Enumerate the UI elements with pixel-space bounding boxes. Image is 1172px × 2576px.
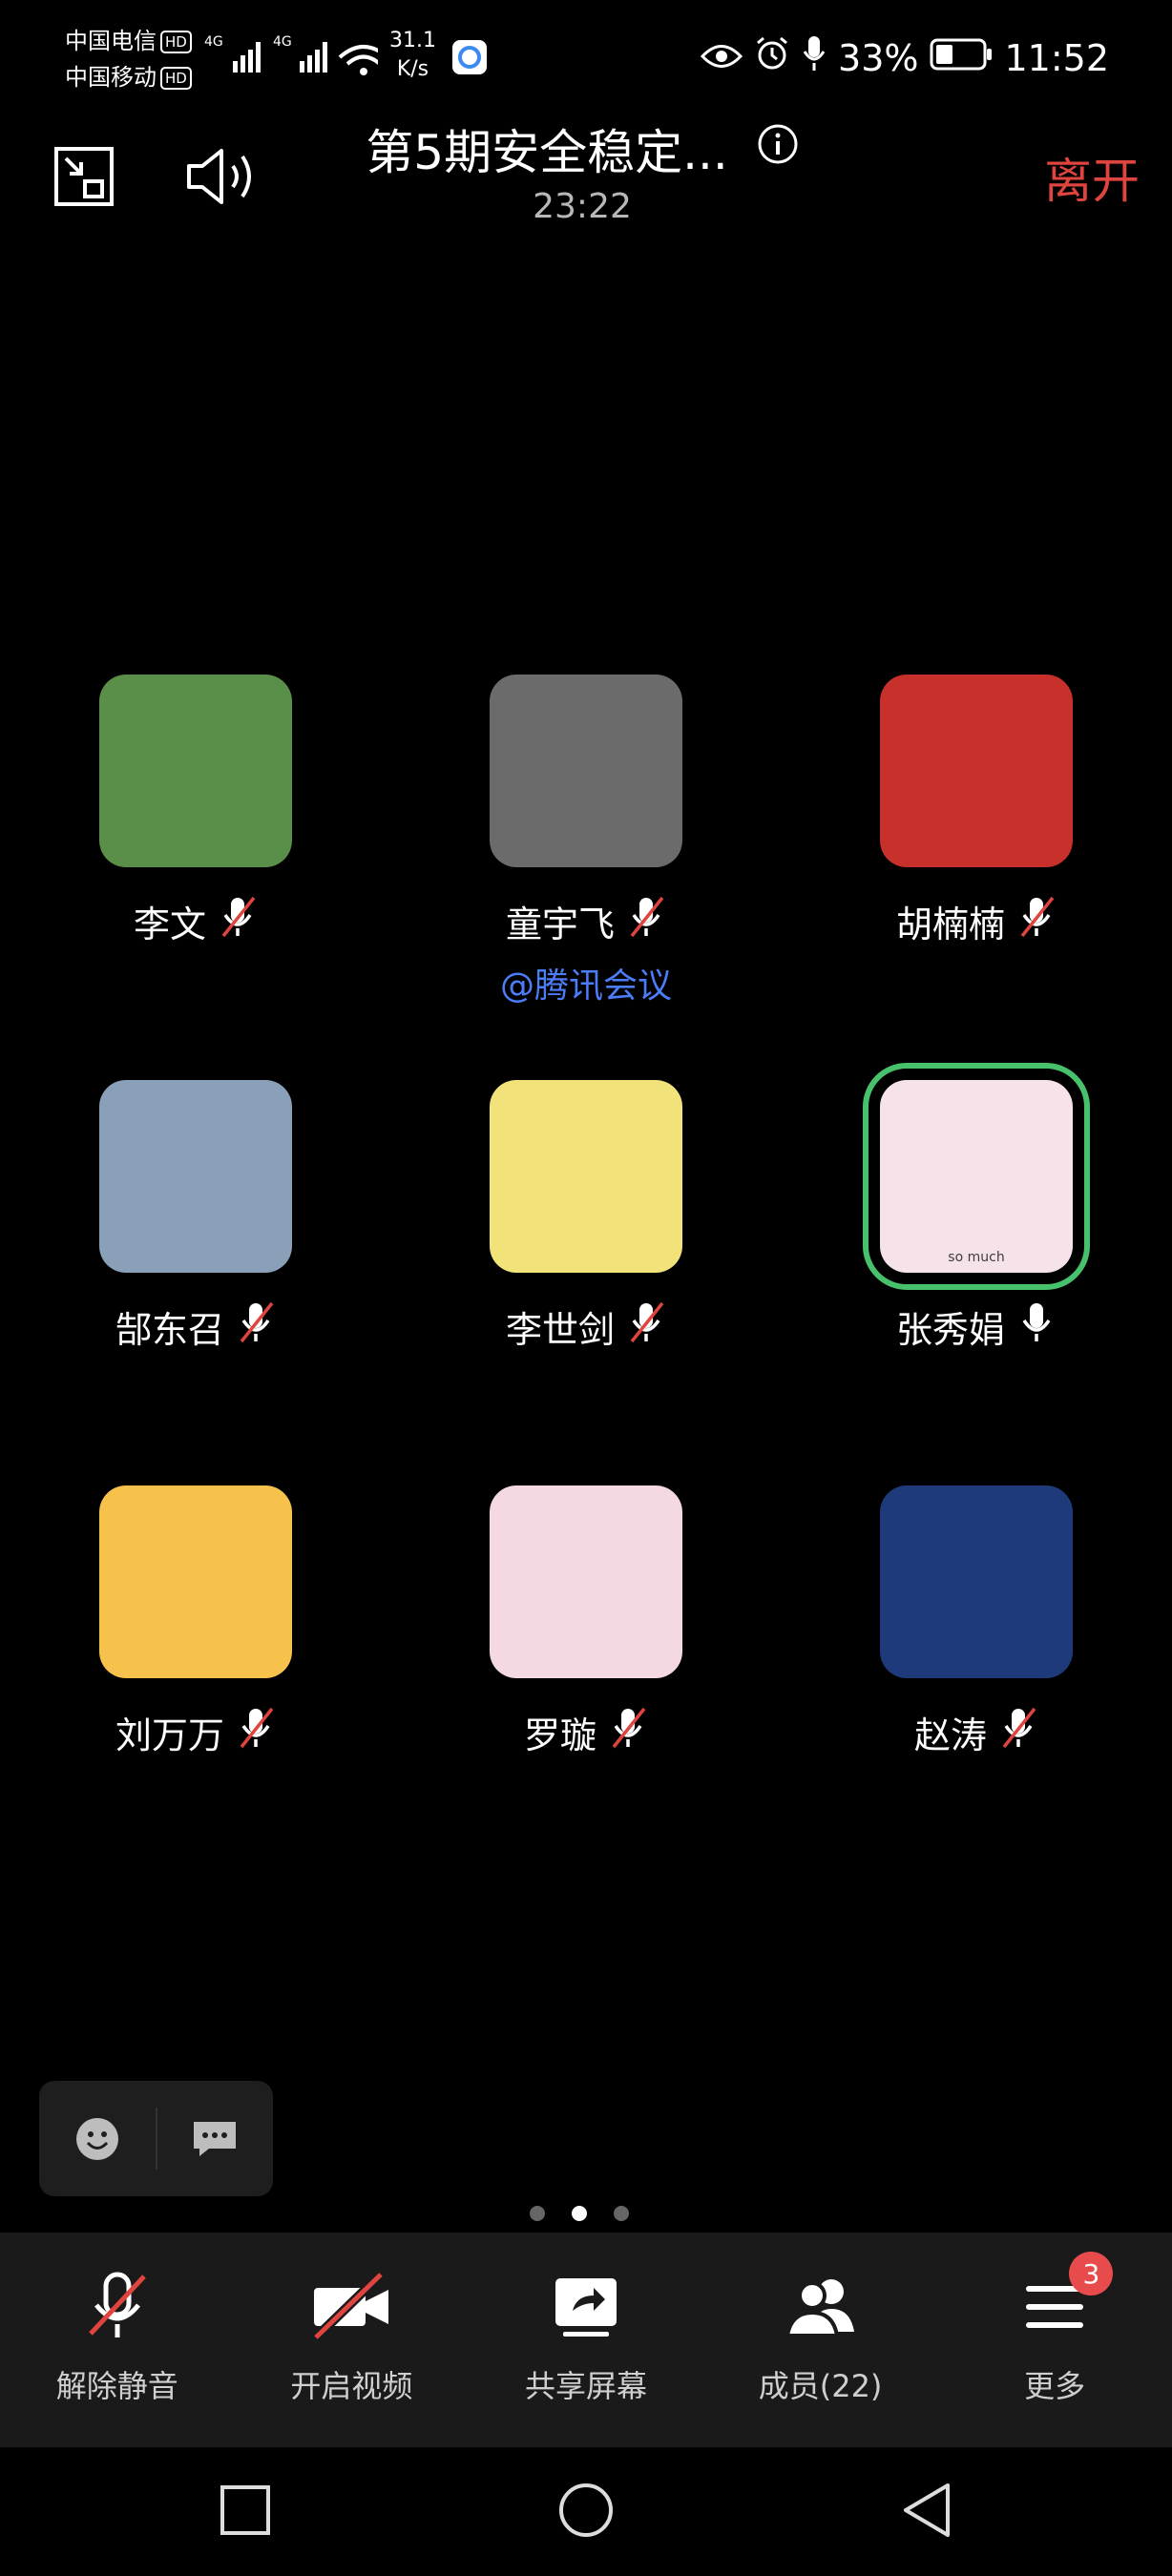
minimize-window-icon[interactable] [46, 134, 122, 219]
network-speed: 31.1 K/s [389, 29, 436, 81]
participant-name: 李世剑 [505, 1309, 615, 1351]
participant-avatar [99, 1080, 292, 1273]
participant-name: 童宇飞 [505, 904, 615, 945]
info-icon[interactable] [757, 121, 799, 177]
home-button[interactable] [557, 2482, 615, 2543]
page-dot[interactable] [572, 2206, 587, 2221]
participant-tile[interactable]: 李文 [52, 675, 339, 948]
participant-avatar [490, 1080, 682, 1273]
participant-avatar [490, 675, 682, 867]
participant-avatar [880, 1485, 1073, 1678]
mic-on-icon [1018, 1299, 1057, 1354]
speaker-icon[interactable] [183, 134, 260, 219]
more-badge: 3 [1069, 2252, 1114, 2296]
avatar-caption: so much [948, 1250, 1005, 1265]
eye-icon [700, 37, 743, 79]
mic-muted-icon [88, 2272, 146, 2337]
mic-muted-icon [628, 894, 666, 948]
carrier-1: 中国电信 [65, 28, 157, 54]
status-carriers: 中国电信 HD 中国移动 HD [65, 23, 192, 95]
status-right: 33% 11:52 [700, 34, 1109, 81]
hd-badge: HD [160, 31, 192, 53]
recent-apps-button[interactable] [219, 2483, 272, 2541]
mic-muted-icon [1000, 1705, 1038, 1759]
mic-status-icon [802, 34, 827, 81]
participant-name: 胡楠楠 [895, 904, 1005, 945]
participant-name: 李文 [133, 904, 206, 945]
page-indicator[interactable] [530, 2206, 629, 2221]
bottom-toolbar: 解除静音 开启视频 共享屏幕 成员(22) 3 更多 [0, 2233, 1172, 2447]
participant-tile[interactable]: 刘万万 [52, 1485, 339, 1759]
signal-icons [206, 29, 389, 90]
page-dot[interactable] [614, 2206, 629, 2221]
participant-tile[interactable]: so much 张秀娟 [833, 1063, 1120, 1354]
reaction-chat-bar [39, 2081, 273, 2196]
participant-tile[interactable]: 罗璇 [443, 1485, 729, 1759]
participant-tile[interactable]: 郜东召 [52, 1080, 339, 1354]
members-icon [785, 2279, 854, 2337]
participant-avatar [490, 1485, 682, 1678]
battery-icon [930, 37, 993, 79]
emoji-icon [75, 2117, 118, 2160]
participant-name: 刘万万 [115, 1714, 224, 1756]
camera-off-icon [312, 2271, 389, 2341]
participant-name: 郜东召 [115, 1309, 224, 1351]
share-screen-icon [555, 2278, 617, 2337]
clock: 11:52 [1004, 36, 1109, 79]
back-triangle-icon [903, 2483, 950, 2537]
participant-tile[interactable]: 李世剑 [443, 1080, 729, 1354]
participant-source-tag: @腾讯会议 [499, 966, 672, 1006]
participant-avatar: so much [863, 1063, 1090, 1290]
app-notification-icon [450, 38, 489, 80]
participant-tile[interactable]: 童宇飞 @腾讯会议 [443, 675, 729, 1008]
share-screen-button[interactable]: 共享屏幕 [469, 2233, 703, 2447]
participant-avatar [99, 675, 292, 867]
mic-muted-icon [238, 1705, 276, 1759]
participant-name: 罗璇 [523, 1714, 596, 1756]
leave-button[interactable]: 离开 [1044, 143, 1140, 212]
participant-tile[interactable]: 胡楠楠 [833, 675, 1120, 948]
chat-button[interactable] [157, 2081, 274, 2196]
net-type-1: 4G [204, 34, 223, 50]
battery-percent: 33% [838, 36, 919, 79]
unmute-button[interactable]: 解除静音 [0, 2233, 235, 2447]
participant-avatar [880, 675, 1073, 867]
participant-tile[interactable]: 赵涛 [833, 1485, 1120, 1759]
net-type-2: 4G [273, 34, 292, 50]
page-dot[interactable] [530, 2206, 545, 2221]
start-video-button[interactable]: 开启视频 [235, 2233, 470, 2447]
system-nav-bar [0, 2447, 1172, 2576]
mic-muted-icon [238, 1299, 276, 1354]
members-button[interactable]: 成员(22) [703, 2233, 938, 2447]
participant-name: 张秀娟 [895, 1309, 1005, 1351]
mic-muted-icon [628, 1299, 666, 1354]
carrier-2: 中国移动 [65, 64, 157, 91]
mic-muted-icon [610, 1705, 648, 1759]
hd-badge: HD [160, 67, 192, 90]
back-button[interactable] [900, 2482, 953, 2543]
participant-name: 赵涛 [913, 1714, 987, 1756]
alarm-icon [754, 35, 790, 80]
meeting-title[interactable]: 第5期安全稳定... [344, 114, 821, 183]
square-icon [220, 2484, 271, 2535]
chat-icon [194, 2121, 237, 2156]
mic-muted-icon [1018, 894, 1057, 948]
mic-muted-icon [220, 894, 258, 948]
more-button[interactable]: 3 更多 [937, 2233, 1172, 2447]
circle-icon [558, 2483, 613, 2537]
meeting-timer: 23:22 [533, 187, 632, 226]
emoji-button[interactable] [39, 2081, 156, 2196]
participant-avatar [99, 1485, 292, 1678]
